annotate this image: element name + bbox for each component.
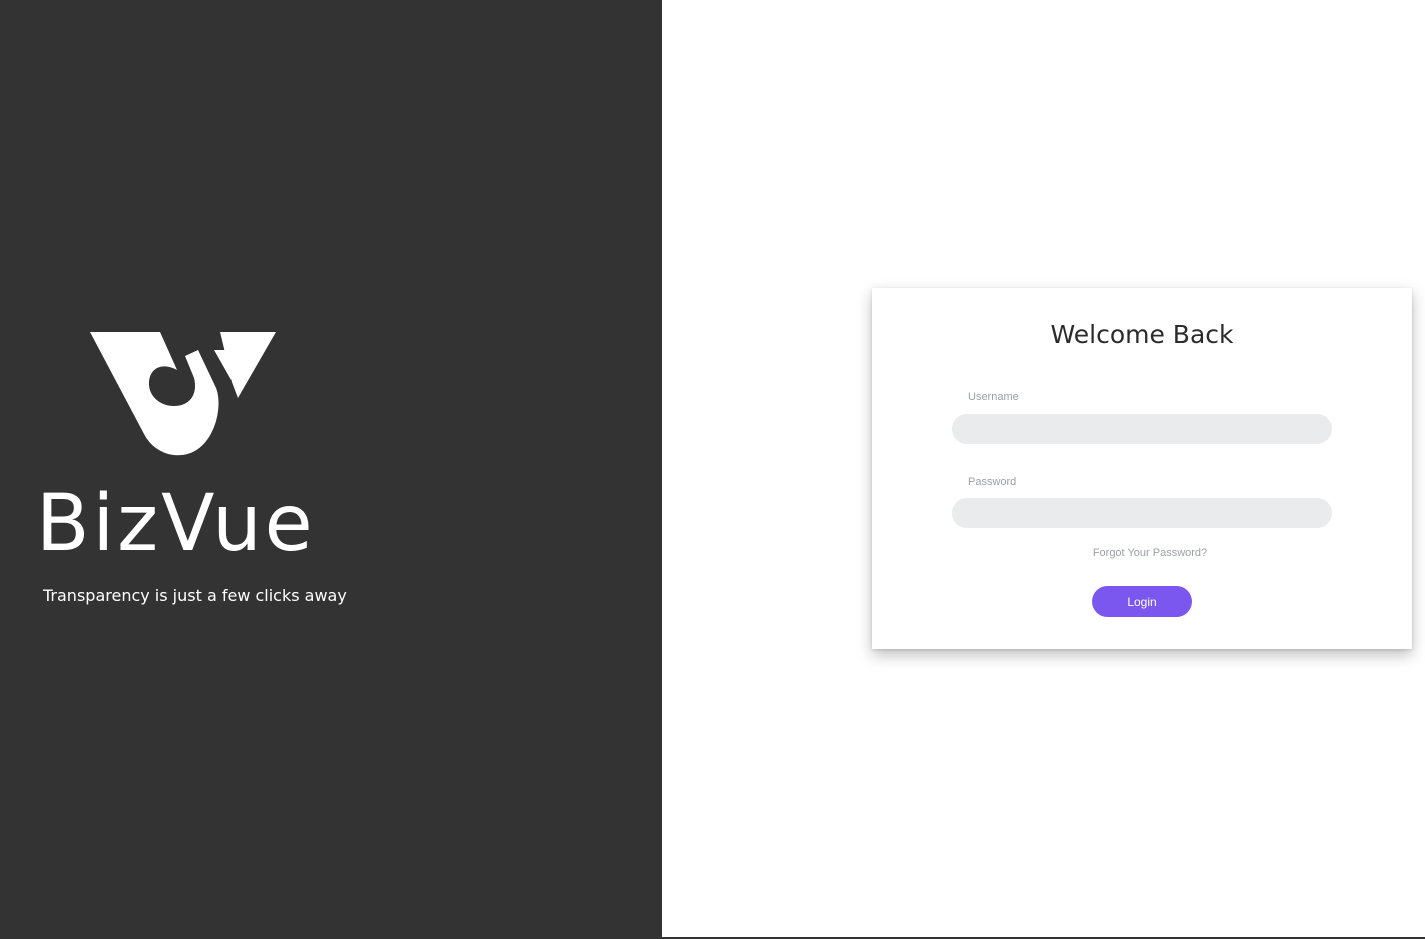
username-input[interactable] — [952, 414, 1332, 444]
bizvue-logo-icon — [90, 332, 276, 456]
username-label: Username — [968, 391, 1019, 403]
password-input[interactable] — [952, 498, 1332, 528]
login-card: Welcome Back Username Password Forgot Yo… — [872, 288, 1412, 649]
password-label: Password — [968, 476, 1017, 488]
brand-tagline: Transparency is just a few clicks away — [43, 586, 347, 605]
login-button[interactable]: Login — [1092, 586, 1192, 617]
forgot-password-link[interactable]: Forgot Your Password? — [872, 546, 1425, 560]
brand-name: BizVue — [36, 479, 316, 569]
login-page: BizVue Transparency is just a few clicks… — [0, 0, 1425, 939]
login-title: Welcome Back — [1050, 320, 1234, 349]
brand-panel: BizVue Transparency is just a few clicks… — [0, 0, 662, 939]
